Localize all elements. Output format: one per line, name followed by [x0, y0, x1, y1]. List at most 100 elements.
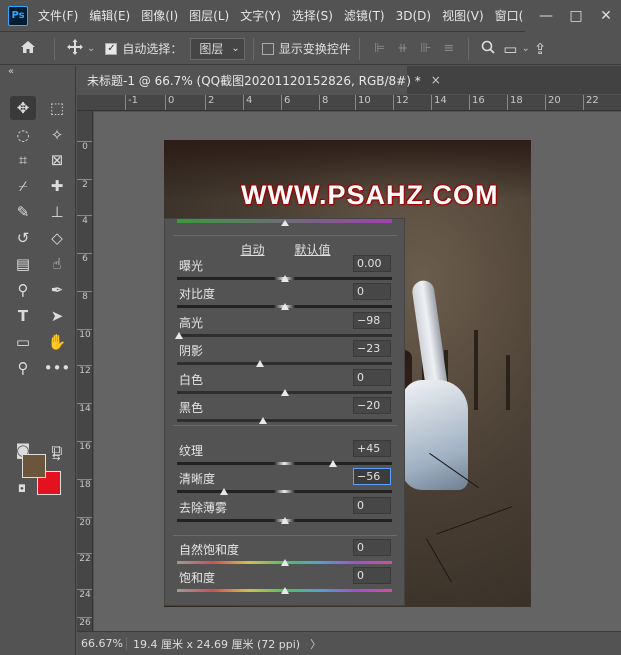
- adjustment-slider-track[interactable]: [177, 462, 392, 465]
- zoom-tool-icon[interactable]: ⚲: [10, 356, 36, 380]
- status-expand-icon[interactable]: 〉: [310, 636, 321, 652]
- adjustment-slider-track[interactable]: [177, 362, 392, 365]
- home-icon[interactable]: [20, 40, 36, 58]
- move-icon[interactable]: [67, 38, 83, 59]
- ruler-label: 14: [77, 403, 92, 414]
- adjustment-value-input[interactable]: 0: [353, 283, 391, 300]
- ruler-label: 18: [77, 479, 92, 490]
- ruler-label: 0: [77, 141, 92, 152]
- type-tool-icon[interactable]: T: [10, 304, 36, 328]
- ruler-label: 6: [281, 95, 290, 110]
- adjustment-slider-thumb[interactable]: [220, 488, 229, 495]
- adjustment-slider-thumb[interactable]: [280, 275, 289, 282]
- show-transform-label: 显示变换控件: [278, 42, 351, 56]
- eraser-tool-icon[interactable]: ◇: [44, 226, 70, 250]
- adjustment-value-input[interactable]: 0: [353, 497, 391, 514]
- marquee-tool-icon[interactable]: ⬚: [44, 96, 70, 120]
- adjustment-value-input[interactable]: 0: [353, 539, 391, 556]
- brush-tool-icon[interactable]: ✎: [10, 200, 36, 224]
- adjustment-value-input[interactable]: −56: [353, 468, 391, 485]
- adjustment-value-input[interactable]: 0.00: [353, 255, 391, 272]
- adjustment-slider-thumb[interactable]: [280, 559, 289, 566]
- adjustment-slider-track[interactable]: [177, 419, 392, 422]
- adjustment-slider-thumb[interactable]: [280, 587, 289, 594]
- minimize-icon[interactable]: —: [531, 8, 561, 24]
- eyedropper-tool-icon[interactable]: ⌿: [10, 174, 36, 198]
- adjustment-value-input[interactable]: −20: [353, 397, 391, 414]
- align-left-icon[interactable]: ⊫: [374, 41, 385, 56]
- align-right-icon[interactable]: ⊪: [420, 41, 431, 56]
- ruler-label: 16: [77, 441, 92, 452]
- distribute-icon[interactable]: ≡: [443, 41, 454, 56]
- close-window-icon[interactable]: ✕: [591, 8, 621, 24]
- healing-brush-tool-icon[interactable]: ✚: [44, 174, 70, 198]
- adjustment-value-input[interactable]: +45: [353, 440, 391, 457]
- frame-tool-icon[interactable]: ⊠: [44, 148, 70, 172]
- chevron-down-icon[interactable]: ⌄: [521, 43, 529, 54]
- menu-filter[interactable]: 滤镜(T): [344, 7, 385, 24]
- auto-button[interactable]: 自动: [240, 241, 264, 258]
- default-colors-icon[interactable]: ◘: [18, 484, 26, 495]
- hand-tool-icon[interactable]: ✋: [44, 330, 70, 354]
- adjustment-value-input[interactable]: −23: [353, 340, 391, 357]
- move-tool-icon[interactable]: ✥: [10, 96, 36, 120]
- tint-slider-thumb[interactable]: [281, 220, 289, 226]
- adjustment-slider-thumb[interactable]: [255, 360, 264, 367]
- document-tab[interactable]: 未标题-1 @ 66.7% (QQ截图20201120152826, RGB/8…: [77, 66, 441, 94]
- menu-type[interactable]: 文字(Y): [240, 7, 281, 24]
- screen-mode-icon[interactable]: ⧉: [44, 438, 70, 462]
- adjustment-slider-thumb[interactable]: [259, 417, 267, 424]
- path-selection-tool-icon[interactable]: ➤: [44, 304, 70, 328]
- default-button[interactable]: 默认值: [295, 241, 331, 258]
- menu-file[interactable]: 文件(F): [38, 7, 78, 24]
- adjustment-label: 饱和度: [179, 571, 216, 585]
- chevron-down-icon[interactable]: ⌄: [87, 43, 95, 54]
- foreground-color-swatch[interactable]: [22, 454, 46, 478]
- maximize-icon[interactable]: □: [561, 8, 591, 24]
- align-center-icon[interactable]: ⧺: [397, 41, 408, 56]
- zoom-level[interactable]: 66.67%: [77, 637, 127, 650]
- search-icon[interactable]: [481, 40, 495, 58]
- menu-layer[interactable]: 图层(L): [189, 7, 229, 24]
- history-brush-tool-icon[interactable]: ↺: [10, 226, 36, 250]
- menu-3d[interactable]: 3D(D): [396, 9, 431, 23]
- menu-image[interactable]: 图像(I): [141, 7, 178, 24]
- menu-window[interactable]: 窗口(: [495, 7, 524, 24]
- crop-tool-icon[interactable]: ⌗: [10, 148, 36, 172]
- vertical-ruler[interactable]: 0 2 4 6 8 10 12 14 16 18 20 22 24 26: [77, 111, 93, 631]
- menu-select[interactable]: 选择(S): [292, 7, 333, 24]
- dodge-tool-icon[interactable]: ⚲: [10, 278, 36, 302]
- pen-tool-icon[interactable]: ✒: [44, 278, 70, 302]
- adjustment-value-input[interactable]: 0: [353, 369, 391, 386]
- adjustment-slider-thumb[interactable]: [280, 389, 289, 396]
- ruler-label: 8: [319, 95, 328, 110]
- auto-select-checkbox[interactable]: ✓: [105, 42, 118, 55]
- lasso-tool-icon[interactable]: ◌: [10, 123, 36, 147]
- collapse-panel-icon[interactable]: «: [8, 66, 14, 77]
- adjustment-value-input[interactable]: 0: [353, 567, 391, 584]
- show-transform-checkbox[interactable]: [261, 42, 274, 55]
- adjustment-slider-track[interactable]: [177, 334, 392, 337]
- adjustment-slider-thumb[interactable]: [280, 303, 289, 310]
- chevron-down-icon: ⌄: [231, 43, 240, 54]
- share-icon[interactable]: ⇪: [534, 40, 547, 58]
- adjustment-slider-track[interactable]: [177, 490, 392, 493]
- smudge-tool-icon[interactable]: ☝: [44, 252, 70, 276]
- gradient-tool-icon[interactable]: ▤: [10, 252, 36, 276]
- menu-edit[interactable]: 编辑(E): [89, 7, 130, 24]
- workspace-icon[interactable]: ▭: [503, 40, 517, 58]
- horizontal-ruler[interactable]: -1 0 2 4 6 8 10 12 14 16 18 20 22: [77, 95, 621, 111]
- close-document-icon[interactable]: ×: [431, 73, 441, 87]
- more-tools-icon[interactable]: •••: [44, 356, 71, 380]
- magic-wand-tool-icon[interactable]: ✧: [44, 123, 70, 147]
- adjustment-value-input[interactable]: −98: [353, 312, 391, 329]
- auto-select-target-dropdown[interactable]: 图层 ⌄: [190, 37, 245, 60]
- adjustment-label: 对比度: [179, 287, 216, 301]
- adjustment-slider-thumb[interactable]: [175, 332, 184, 339]
- menu-view[interactable]: 视图(V): [442, 7, 484, 24]
- adjustment-slider-thumb[interactable]: [280, 517, 289, 524]
- adjustment-slider-thumb[interactable]: [328, 460, 337, 467]
- rectangle-tool-icon[interactable]: ▭: [10, 330, 36, 354]
- ruler-label: 20: [77, 517, 92, 528]
- clone-stamp-tool-icon[interactable]: ⊥: [44, 200, 70, 224]
